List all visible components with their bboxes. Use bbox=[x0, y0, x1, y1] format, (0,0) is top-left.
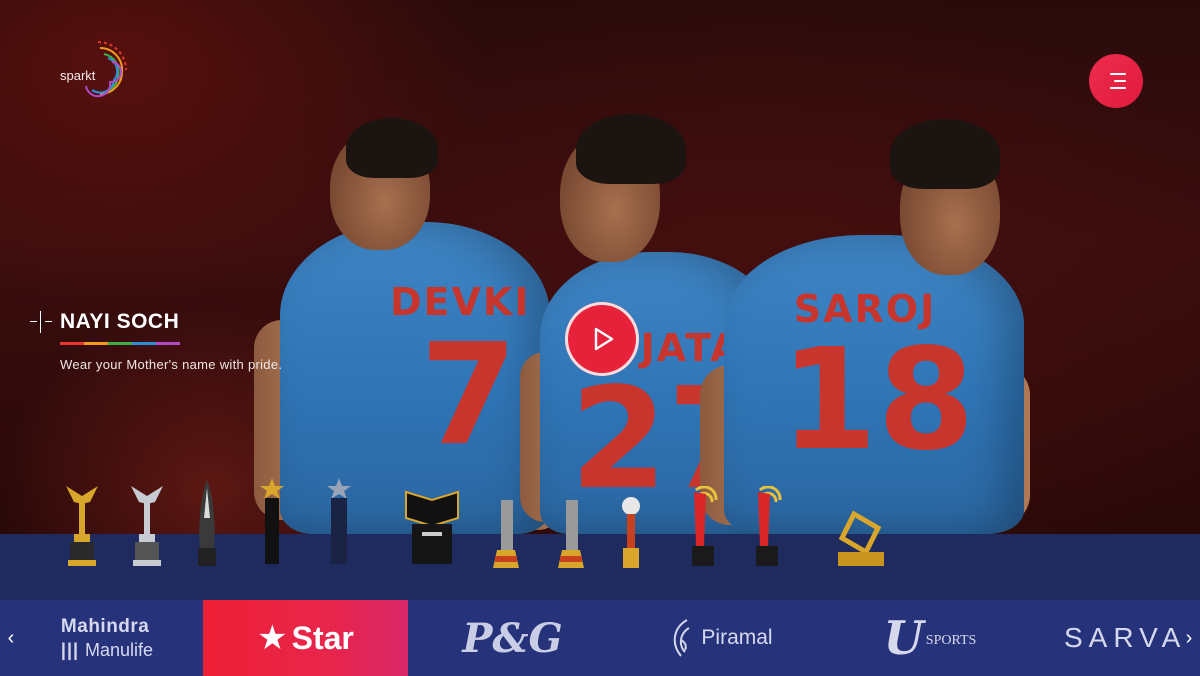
client-label: Star bbox=[291, 619, 354, 656]
plaque-trophy-icon bbox=[491, 498, 521, 577]
menu-button[interactable] bbox=[1089, 54, 1143, 108]
menu-line bbox=[1110, 87, 1126, 89]
client-sarva[interactable]: SARVA bbox=[1040, 600, 1200, 676]
menu-line bbox=[1114, 80, 1126, 82]
u-sports-icon: U bbox=[883, 611, 924, 665]
book-trophy-icon bbox=[402, 488, 462, 573]
pen-trophy-icon bbox=[192, 478, 222, 575]
client-star[interactable]: ★ Star bbox=[203, 600, 408, 676]
campaign-title: NAYI SOCH bbox=[60, 310, 180, 333]
star-trophy-navy-icon bbox=[324, 478, 354, 575]
chevron-right-icon: › bbox=[1185, 626, 1193, 649]
hair bbox=[890, 119, 1000, 189]
frame-trophy-gold-icon bbox=[832, 510, 888, 575]
wifi-trophy-red-icon bbox=[686, 485, 720, 577]
client-u-sports[interactable]: U SPORTS bbox=[830, 600, 1030, 676]
play-video-button[interactable] bbox=[565, 302, 639, 376]
star-icon: ★ bbox=[257, 619, 288, 657]
hero-banner: DEVKI 7 SUJATA 27 SAROJ 18 bbox=[0, 0, 1200, 534]
jersey-number: 18 bbox=[780, 319, 975, 482]
clients-carousel: Mahindra ||| Manulife ★ Star P&G Piramal… bbox=[0, 600, 1200, 676]
client-label: SPORTS bbox=[925, 633, 977, 648]
star-trophy-black-icon bbox=[257, 478, 287, 575]
carousel-next-button[interactable]: › bbox=[1180, 626, 1198, 650]
client-label: Piramal bbox=[701, 626, 773, 649]
bulb-trophy-icon bbox=[619, 494, 643, 577]
awards-strip bbox=[0, 534, 1200, 600]
wifi-trophy-red-icon bbox=[750, 485, 784, 577]
hair bbox=[576, 114, 686, 184]
client-piramal[interactable]: Piramal bbox=[620, 600, 820, 676]
color-bar bbox=[60, 342, 180, 345]
chevron-left-icon: ‹ bbox=[7, 626, 15, 649]
client-mahindra-manulife[interactable]: Mahindra ||| Manulife bbox=[0, 600, 200, 676]
client-label: P&G bbox=[462, 614, 563, 662]
play-icon bbox=[594, 327, 614, 351]
piramal-leaf-icon bbox=[674, 619, 690, 657]
winged-trophy-silver-icon bbox=[127, 484, 167, 575]
winged-trophy-gold-icon bbox=[62, 484, 102, 575]
client-label-line2: Manulife bbox=[85, 639, 154, 660]
client-label: SARVA bbox=[1064, 622, 1187, 653]
hair bbox=[346, 118, 438, 178]
client-label: ||| Manulife bbox=[61, 640, 153, 661]
plaque-trophy-icon bbox=[556, 498, 586, 577]
crosshair-icon bbox=[30, 311, 52, 333]
hamburger-menu-icon bbox=[1110, 73, 1126, 75]
manulife-icon: ||| bbox=[60, 639, 86, 660]
jersey-number: 7 bbox=[420, 314, 518, 477]
client-label: Mahindra bbox=[60, 615, 150, 637]
carousel-prev-button[interactable]: ‹ bbox=[2, 626, 20, 650]
player-right: SAROJ 18 bbox=[700, 115, 1040, 534]
play-button-inner bbox=[572, 309, 632, 369]
campaign-subtitle: Wear your Mother's name with pride. bbox=[60, 357, 283, 372]
campaign-info: NAYI SOCH Wear your Mother's name with p… bbox=[30, 310, 282, 372]
client-pg[interactable]: P&G bbox=[410, 600, 615, 676]
brand-name: sparkt bbox=[60, 68, 96, 83]
